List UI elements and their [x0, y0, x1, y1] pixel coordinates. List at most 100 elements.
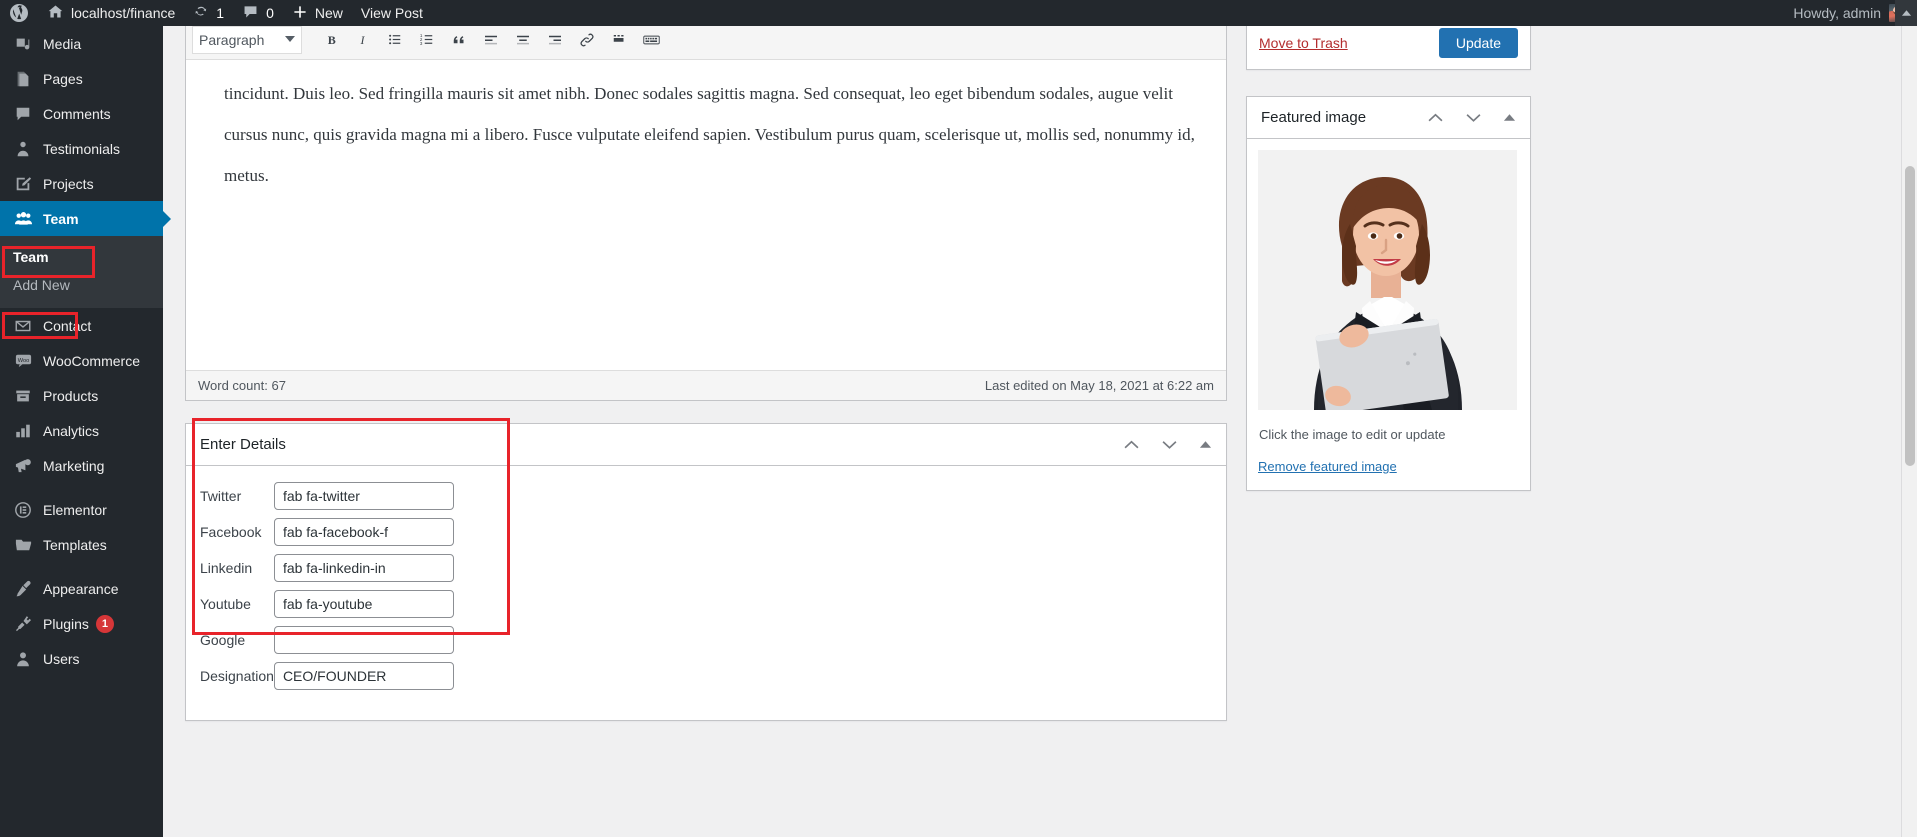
linkedin-input[interactable] [273, 554, 454, 582]
word-count-label: Word count: 67 [198, 378, 286, 393]
post-content-editor: Paragraph B I 123 tincidunt. Duis leo. S… [185, 26, 1227, 401]
chevron-up-icon[interactable] [1427, 112, 1444, 123]
sidebar-item-elementor[interactable]: Elementor [0, 492, 163, 527]
page-scrollbar[interactable] [1901, 26, 1917, 837]
enter-details-body: Twitter Facebook Linkedin Youtube [186, 466, 1226, 720]
read-more-icon[interactable] [604, 26, 634, 54]
sidebar-item-media[interactable]: Media [0, 26, 163, 61]
sidebar-item-label: Elementor [43, 501, 107, 518]
users-icon [12, 649, 34, 669]
wp-logo-menu[interactable] [0, 0, 38, 26]
update-button[interactable]: Update [1438, 28, 1518, 58]
site-name-menu[interactable]: localhost/finance [38, 0, 184, 26]
chevron-down-icon [285, 36, 295, 42]
svg-text:Woo: Woo [17, 358, 29, 364]
remove-featured-image-link[interactable]: Remove featured image [1258, 459, 1397, 474]
designation-label: Designation [200, 668, 274, 684]
submenu-item-add-new[interactable]: Add New [0, 271, 163, 299]
testimonials-icon [12, 139, 34, 159]
details-row-linkedin: Linkedin [200, 554, 454, 590]
sidebar-item-team[interactable]: Team [0, 201, 171, 236]
sidebar-item-users[interactable]: Users [0, 641, 163, 676]
scrollbar-thumb[interactable] [1905, 166, 1915, 466]
facebook-input[interactable] [273, 518, 454, 546]
collapse-admin-bar-button[interactable] [1895, 0, 1917, 26]
sidebar-item-pages[interactable]: Pages [0, 61, 163, 96]
plus-icon [292, 4, 308, 23]
sidebar-item-comments[interactable]: Comments [0, 96, 163, 131]
sidebar-item-projects[interactable]: Projects [0, 166, 163, 201]
google-input[interactable] [273, 626, 454, 654]
bold-icon[interactable]: B [316, 26, 346, 54]
chevron-down-icon[interactable] [1161, 439, 1178, 450]
new-content-menu[interactable]: New [283, 0, 352, 26]
panel-actions [1123, 439, 1212, 450]
youtube-input[interactable] [273, 590, 454, 618]
align-center-icon[interactable] [508, 26, 538, 54]
appearance-brush-icon [12, 579, 34, 599]
sidebar-item-contact[interactable]: Contact [0, 308, 163, 343]
sidebar-item-testimonials[interactable]: Testimonials [0, 131, 163, 166]
featured-image-title: Featured image [1261, 109, 1367, 126]
editor-column: Paragraph B I 123 tincidunt. Duis leo. S… [185, 26, 1227, 741]
wordpress-logo-icon [9, 3, 29, 23]
chevron-up-icon[interactable] [1123, 439, 1140, 450]
align-left-icon[interactable] [476, 26, 506, 54]
plugins-update-badge: 1 [95, 614, 114, 633]
sidebar-item-marketing[interactable]: Marketing [0, 448, 163, 483]
italic-icon[interactable]: I [348, 26, 378, 54]
view-post-link[interactable]: View Post [352, 0, 432, 26]
sidebar-item-label: Users [43, 650, 80, 667]
youtube-label: Youtube [200, 596, 251, 612]
updates-menu[interactable]: 1 [184, 0, 233, 26]
designation-input[interactable] [273, 662, 454, 690]
featured-image-illustration [1258, 150, 1517, 410]
editor-paragraph: tincidunt. Duis leo. Sed fringilla mauri… [224, 84, 1195, 185]
sidebar-item-plugins[interactable]: Plugins 1 [0, 606, 163, 641]
sidebar-item-woocommerce[interactable]: Woo WooCommerce [0, 343, 163, 378]
last-edited-label: Last edited on May 18, 2021 at 6:22 am [984, 378, 1214, 393]
align-right-icon[interactable] [540, 26, 570, 54]
panel-actions [1427, 112, 1516, 123]
numbered-list-icon[interactable]: 123 [412, 26, 442, 54]
submenu-item-label: Add New [13, 277, 70, 293]
featured-image-thumbnail[interactable] [1258, 150, 1517, 410]
editor-content-area[interactable]: tincidunt. Duis leo. Sed fringilla mauri… [186, 60, 1226, 370]
twitter-input[interactable] [273, 482, 454, 510]
facebook-label: Facebook [200, 524, 262, 540]
comments-count: 0 [266, 5, 274, 21]
details-row-twitter: Twitter [200, 482, 454, 518]
team-icon [12, 209, 34, 229]
plugins-plug-icon [12, 614, 34, 634]
move-to-trash-link[interactable]: Move to Trash [1259, 35, 1348, 51]
sidebar-item-appearance[interactable]: Appearance [0, 571, 163, 606]
woocommerce-icon: Woo [12, 351, 34, 371]
bulleted-list-icon[interactable] [380, 26, 410, 54]
sidebar-item-label: Projects [43, 175, 94, 192]
toggle-panel-icon[interactable] [1199, 440, 1212, 449]
keyboard-shortcuts-icon[interactable] [636, 26, 666, 54]
chevron-down-icon[interactable] [1465, 112, 1482, 123]
comments-icon [12, 104, 34, 124]
insert-link-icon[interactable] [572, 26, 602, 54]
sidebar-item-label: Testimonials [43, 140, 121, 157]
blockquote-icon[interactable] [444, 26, 474, 54]
updates-count: 1 [216, 5, 225, 21]
comments-menu[interactable]: 0 [233, 0, 283, 26]
sidebar-item-analytics[interactable]: Analytics [0, 413, 163, 448]
editor-status-bar: Word count: 67 Last edited on May 18, 20… [186, 370, 1226, 400]
details-row-facebook: Facebook [200, 518, 454, 554]
products-icon [12, 386, 34, 406]
sidebar-item-label: Products [43, 387, 99, 404]
howdy-label: Howdy, admin [1793, 5, 1881, 21]
updates-icon [193, 4, 209, 23]
submenu-item-team[interactable]: Team [0, 243, 163, 271]
paragraph-format-select[interactable]: Paragraph [192, 26, 302, 54]
menu-separator [0, 483, 163, 492]
templates-folder-icon [12, 535, 34, 555]
sidebar-column: Move to Trash Update Featured image Clic… [1246, 26, 1531, 511]
sidebar-item-label: Plugins [43, 615, 89, 632]
sidebar-item-products[interactable]: Products [0, 378, 163, 413]
sidebar-item-templates[interactable]: Templates [0, 527, 163, 562]
toggle-panel-icon[interactable] [1503, 113, 1516, 122]
